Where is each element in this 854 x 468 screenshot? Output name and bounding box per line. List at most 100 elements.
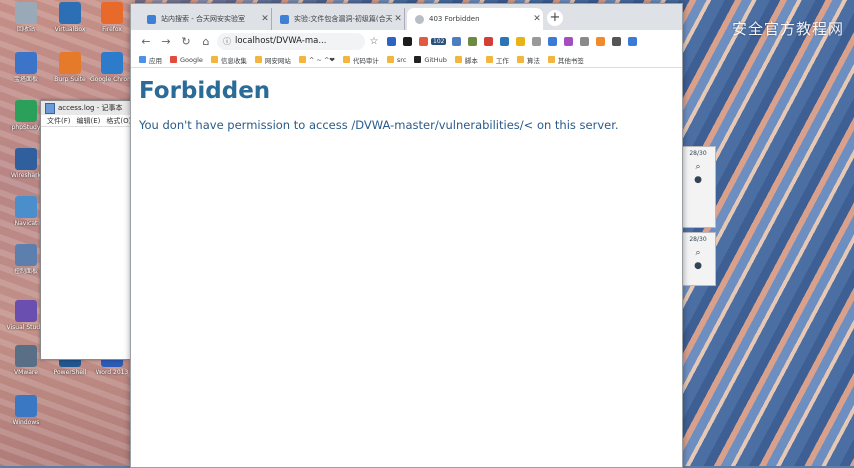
bookmark-item[interactable]: 其他书签 <box>547 55 584 65</box>
app-icon <box>15 300 37 322</box>
bookmark-item[interactable]: 应用 <box>139 55 162 65</box>
desktop-icon-label: Burp Suite <box>54 76 86 83</box>
desktop-icon-label: 宝塔面板 <box>13 76 38 83</box>
folder-icon <box>170 56 177 63</box>
extension-icon[interactable] <box>531 36 541 46</box>
desktop-icon[interactable]: Google Chrome <box>90 52 134 83</box>
extension-icon[interactable] <box>627 36 637 46</box>
bookmark-item[interactable]: ^ ~ ^❤ <box>298 56 335 64</box>
bookmark-star-icon[interactable]: ☆ <box>367 36 381 47</box>
notepad-titlebar[interactable]: access.log - 记事本 <box>41 101 137 115</box>
bookmark-label: 工作 <box>495 56 509 65</box>
address-bar[interactable]: ⓘ localhost/DVWA-ma... <box>217 32 365 50</box>
notepad-title: access.log - 记事本 <box>58 104 123 112</box>
close-icon[interactable]: ✕ <box>259 14 271 24</box>
back-icon[interactable]: ← <box>137 32 155 50</box>
tab-lab[interactable]: 实验:文件包含漏洞-初级篇(合天) ✕ <box>272 8 405 30</box>
forward-icon[interactable]: → <box>157 32 175 50</box>
extension-icon[interactable] <box>611 36 621 46</box>
tab-search[interactable]: 站内搜索 - 合天网安实验室 ✕ <box>139 8 272 30</box>
search-icon[interactable]: ⌕ <box>681 160 715 173</box>
bookmark-item[interactable]: 代码审计 <box>342 55 379 65</box>
side-panel-2[interactable]: 28/30 ⌕ ● <box>680 232 716 286</box>
bookmark-label: 脚本 <box>464 56 478 65</box>
bookmark-item[interactable]: 信息收集 <box>210 55 247 65</box>
notepad-icon <box>45 102 55 114</box>
extension-icon[interactable] <box>451 36 461 46</box>
search-icon[interactable]: ⌕ <box>681 246 715 259</box>
close-icon[interactable]: ✕ <box>392 14 404 24</box>
extension-icon[interactable] <box>563 36 573 46</box>
extension-icon[interactable] <box>515 36 525 46</box>
folder-icon <box>298 56 306 63</box>
desktop-icon-label: Google Chrome <box>90 76 134 83</box>
folder-icon <box>139 56 146 63</box>
extension-icon[interactable] <box>595 36 605 46</box>
extension-icon[interactable] <box>483 36 493 46</box>
extension-icon[interactable] <box>467 36 477 46</box>
new-tab-button[interactable]: + <box>547 10 563 26</box>
bookmark-item[interactable]: 工作 <box>485 55 509 65</box>
notepad-menu-format[interactable]: 格式(O) <box>106 116 131 126</box>
folder-icon <box>454 56 462 63</box>
desktop-icon-label: Word 2013 <box>95 369 129 376</box>
bookmark-label: 信息收集 <box>220 56 247 65</box>
bookmarks-bar: 应用 Google 信息收集 网安网站 ^ ~ ^❤ 代码审计 src GitHub 脚本 工作 算… <box>131 52 682 68</box>
notepad-menu-edit[interactable]: 编辑(E) <box>77 116 101 126</box>
extension-icon[interactable] <box>579 36 589 46</box>
bookmark-item[interactable]: 算法 <box>516 55 540 65</box>
tab-title: 实验:文件包含漏洞-初级篇(合天) <box>294 15 392 23</box>
browser-window[interactable]: 站内搜索 - 合天网安实验室 ✕ 实验:文件包含漏洞-初级篇(合天) ✕ 403… <box>130 3 683 468</box>
close-icon[interactable]: ✕ <box>531 14 543 24</box>
notepad-window[interactable]: access.log - 记事本 文件(F) 编辑(E) 格式(O) <box>40 100 138 360</box>
side-panel-1[interactable]: 28/30 ⌕ ● <box>680 146 716 228</box>
bookmark-item[interactable]: Google <box>170 56 203 64</box>
bookmark-item[interactable]: src <box>386 55 407 64</box>
desktop-icon-label: 回收站 <box>16 26 35 33</box>
bookmark-item[interactable]: GitHub <box>414 56 447 64</box>
app-icon <box>59 2 81 24</box>
app-icon <box>101 52 123 74</box>
tab-forbidden[interactable]: 403 Forbidden ✕ <box>407 8 543 30</box>
app-icon <box>15 52 37 74</box>
desktop-icon[interactable]: 回收站 <box>4 2 48 33</box>
extension-icon[interactable] <box>386 36 396 46</box>
page-content: Forbidden You don't have permission to a… <box>131 68 682 138</box>
app-icon <box>15 244 37 266</box>
bookmark-label: Google <box>180 55 203 64</box>
extension-icon[interactable] <box>547 36 557 46</box>
info-icon[interactable]: ⓘ <box>223 36 231 47</box>
page-message: You don't have permission to access /DVW… <box>139 118 619 132</box>
folder-icon <box>485 56 493 63</box>
extension-icon[interactable] <box>499 36 509 46</box>
extension-icon[interactable] <box>402 36 412 46</box>
extensions-row: 102 <box>383 36 640 46</box>
side-panel-2-label: 28/30 <box>689 236 707 243</box>
notepad-menu-file[interactable]: 文件(F) <box>47 116 71 126</box>
reload-icon[interactable]: ↻ <box>177 32 195 50</box>
app-icon <box>15 345 37 367</box>
desktop-icon[interactable]: Windows <box>4 395 48 426</box>
desktop-icon[interactable]: 宝塔面板 <box>4 52 48 83</box>
home-icon[interactable]: ⌂ <box>197 32 215 50</box>
desktop-icon[interactable]: VirtualBox <box>48 2 92 33</box>
desktop-icon-label: VMware <box>14 369 38 376</box>
bookmark-label: src <box>396 55 407 64</box>
extension-icon[interactable] <box>418 36 428 46</box>
bookmark-label: 应用 <box>149 56 162 65</box>
tab-favicon <box>415 14 424 24</box>
help-icon[interactable]: ● <box>681 173 715 186</box>
app-icon <box>15 100 37 122</box>
desktop-icon[interactable]: Burp Suite <box>48 52 92 83</box>
bookmark-label: 其他书签 <box>557 56 584 65</box>
bookmark-item[interactable]: 脚本 <box>454 55 478 65</box>
bookmark-item[interactable]: 网安网站 <box>254 55 291 65</box>
address-text: localhost/DVWA-ma... <box>235 36 327 46</box>
desktop-icon-label: VirtualBox <box>54 26 86 33</box>
tab-strip: 站内搜索 - 合天网安实验室 ✕ 实验:文件包含漏洞-初级篇(合天) ✕ 403… <box>131 4 682 30</box>
desktop-icon[interactable]: Firefox <box>90 2 134 33</box>
page-heading: Forbidden <box>139 78 271 104</box>
app-icon <box>59 52 81 74</box>
help-icon[interactable]: ● <box>681 259 715 272</box>
desktop-icon-label: Windows <box>12 419 40 426</box>
